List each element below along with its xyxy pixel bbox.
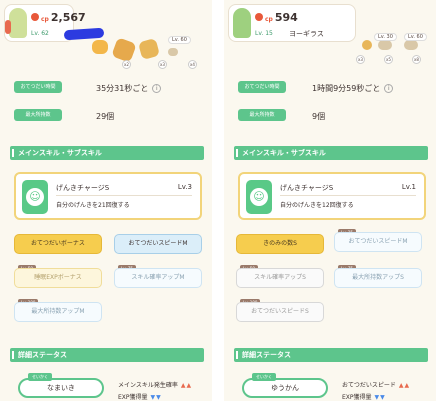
pokemon-level: Lv. 62 — [31, 30, 49, 37]
nature-tag: せいかく — [252, 373, 276, 381]
cp-icon — [255, 13, 263, 21]
sub-skill-2[interactable]: おてつだいスピードM — [334, 232, 422, 252]
section-status-header: 詳細ステータス — [10, 348, 204, 362]
smile-face-icon: ☺ — [250, 188, 268, 206]
cp-unit: cp — [265, 16, 273, 23]
max-carry-value: 9個 — [312, 112, 326, 121]
ingredient-level-badge-1: Lv. 30 — [374, 33, 397, 41]
cp-display: cp 2,567 — [31, 11, 86, 24]
main-skill-description: 自分のげんきを21回復する — [56, 202, 130, 209]
ingredient-count-1: x3 — [356, 55, 365, 64]
ingredient-level-badge: Lv. 60 — [168, 36, 191, 44]
cp-display: cp 594 — [255, 11, 298, 24]
cp-unit: cp — [41, 16, 49, 23]
sub-skill-4[interactable]: スキル確率アップM — [114, 268, 202, 288]
nature-tag: せいかく — [28, 373, 52, 381]
main-skill-name: げんきチャージS — [280, 184, 334, 192]
ingredient-count-2: x3 — [158, 60, 167, 69]
nature-value[interactable]: ゆうかん — [242, 378, 328, 398]
pokemon-sprite — [233, 8, 251, 38]
ingredient-count-3: x4 — [188, 60, 197, 69]
sub-skill-1[interactable]: おてつだいボーナス — [14, 234, 102, 254]
helper-time-label: おてつだい時間 — [238, 81, 286, 93]
nature-value[interactable]: なまいき — [18, 378, 104, 398]
sub-skill-3[interactable]: スキル確率アップS — [236, 268, 324, 288]
ingredient-small-icon-2 — [404, 40, 418, 50]
down-arrows-icon: ▼▼ — [374, 394, 386, 401]
sub-skill-3[interactable]: 睡眠EXPボーナス — [14, 268, 102, 288]
section-status-header: 詳細ステータス — [234, 348, 428, 362]
max-carry-label: 最大所持数 — [238, 109, 286, 121]
smile-face-icon: ☺ — [26, 188, 44, 206]
helper-time-value: 1時間9分59秒ごと — [312, 84, 381, 93]
section-skills-header: メインスキル・サブスキル — [234, 146, 428, 160]
ingredient-ginger-icon-2 — [137, 37, 161, 61]
right-pokemon-detail: cp 594 Lv. 15 ヨーギラス Lv. 30 Lv. 60 x3 x5 x… — [224, 0, 436, 401]
ingredient-count-3: x8 — [412, 55, 421, 64]
info-icon[interactable]: i — [152, 84, 162, 93]
ingredient-honey-icon — [92, 40, 108, 54]
ingredient-count-2: x5 — [384, 55, 393, 64]
main-skill-level: Lv.3 — [177, 183, 192, 191]
ingredient-count-1: x2 — [122, 60, 131, 69]
helper-time-row: 1時間9分59秒ごと i — [312, 83, 394, 94]
pokemon-level: Lv. 15 — [255, 30, 273, 37]
main-skill-name: げんきチャージS — [56, 184, 110, 192]
skill-icon: ☺ — [22, 180, 48, 214]
max-carry-label: 最大所持数 — [14, 109, 62, 121]
skill-icon: ☺ — [246, 180, 272, 214]
main-skill-level: Lv.1 — [401, 183, 416, 191]
down-arrows-icon: ▼▼ — [150, 394, 162, 401]
effect-down-label: EXP獲得量 — [342, 394, 372, 401]
sub-skill-4[interactable]: 最大所持数アップS — [334, 268, 422, 288]
info-icon[interactable]: i — [384, 84, 394, 93]
max-carry-value: 29個 — [96, 112, 115, 121]
cp-value: 2,567 — [50, 11, 86, 24]
ingredient-ginger-icon — [111, 37, 137, 63]
main-skill-card[interactable]: ☺ げんきチャージS Lv.1 自分のげんきを12回復する — [238, 172, 426, 220]
ingredient-ginger-icon — [362, 40, 372, 50]
nature-effect-up: おてつだいスピード ▲▲ — [342, 380, 410, 389]
nature-effect-down: EXP獲得量 ▼▼ — [118, 392, 162, 401]
skill-divider — [280, 195, 416, 196]
sub-skill-5[interactable]: 最大所持数アップM — [14, 302, 102, 322]
sprite-accent-shape — [5, 20, 11, 34]
ingredient-small-icon — [168, 48, 178, 56]
nature-effect-down: EXP獲得量 ▼▼ — [342, 392, 386, 401]
cp-value: 594 — [274, 11, 298, 24]
pokemon-summary-card: cp 594 Lv. 15 ヨーギラス — [228, 4, 356, 42]
sub-skill-2[interactable]: おてつだいスピードM — [114, 234, 202, 254]
effect-down-label: EXP獲得量 — [118, 394, 148, 401]
pokemon-sprite — [5, 8, 27, 38]
main-skill-description: 自分のげんきを12回復する — [280, 202, 354, 209]
up-arrows-icon: ▲▲ — [398, 382, 411, 389]
helper-time-label: おてつだい時間 — [14, 81, 62, 93]
pokemon-name: ヨーギラス — [289, 30, 324, 38]
left-pokemon-detail: cp 2,567 Lv. 62 Lv. 60 x2 x3 x4 おてつだい時間 3… — [0, 0, 212, 401]
nature-effect-up: メインスキル発生確率 ▲▲ — [118, 380, 192, 389]
sub-skill-1[interactable]: きのみの数S — [236, 234, 324, 254]
name-redaction-scribble — [63, 27, 105, 41]
skill-divider — [56, 195, 192, 196]
effect-up-label: メインスキル発生確率 — [118, 382, 178, 389]
up-arrows-icon: ▲▲ — [180, 382, 193, 389]
helper-time-value: 35分31秒ごと — [96, 84, 149, 93]
main-skill-card[interactable]: ☺ げんきチャージS Lv.3 自分のげんきを21回復する — [14, 172, 202, 220]
section-skills-header: メインスキル・サブスキル — [10, 146, 204, 160]
ingredient-level-badge-2: Lv. 60 — [404, 33, 427, 41]
effect-up-label: おてつだいスピード — [342, 382, 396, 389]
cp-icon — [31, 13, 39, 21]
ingredient-small-icon — [378, 40, 392, 50]
sub-skill-5[interactable]: おてつだいスピードS — [236, 302, 324, 322]
helper-time-row: 35分31秒ごと i — [96, 83, 162, 94]
